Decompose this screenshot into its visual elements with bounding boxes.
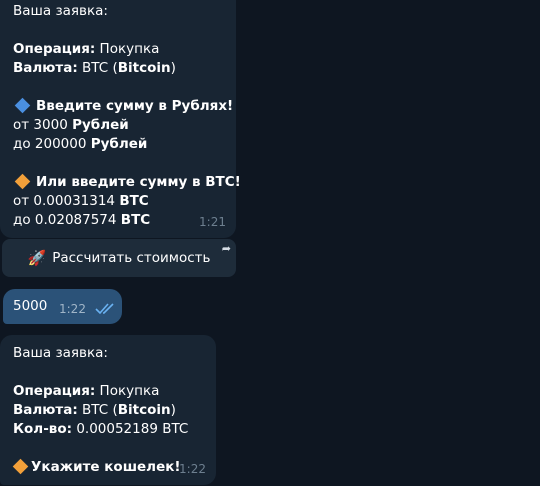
- orange-diamond-icon: [12, 458, 29, 475]
- currency-name: Bitcoin: [117, 60, 171, 76]
- message-time: 1:21: [199, 215, 226, 229]
- btc-title: Или введите сумму в BTC!: [36, 174, 241, 190]
- operation-line: Операция: Покупка: [13, 382, 202, 401]
- rub-to-prefix: до: [13, 136, 35, 152]
- wallet-prompt-line: Укажите кошелек!: [12, 458, 202, 477]
- btc-title-line: Или введите сумму в BTC!: [13, 173, 241, 192]
- btc-from-value: 0.00031314: [33, 193, 120, 209]
- rub-to-line: до 200000 Рублей: [13, 135, 222, 154]
- rocket-icon: 🚀: [27, 249, 47, 267]
- rub-title: Введите сумму в Рублях!: [36, 98, 234, 114]
- currency-name: Bitcoin: [117, 402, 171, 418]
- quantity-label: Кол-во:: [13, 421, 73, 437]
- currency-value-close: ): [170, 402, 176, 418]
- arrow-icon: ➦: [221, 242, 231, 255]
- incoming-message-bubble: Ваша заявка: Операция: Покупка Валюта: B…: [0, 0, 241, 238]
- outgoing-message-time: 1:22: [59, 302, 86, 316]
- operation-label: Операция:: [13, 383, 96, 399]
- message-header: Ваша заявка:: [13, 3, 108, 19]
- rub-to-unit: Рублей: [90, 136, 148, 152]
- currency-line: Валюта: BTC (Bitcoin): [13, 59, 222, 78]
- currency-value: BTC (: [77, 60, 118, 76]
- rub-to-value: 200000: [34, 136, 91, 152]
- btc-to-prefix: до: [13, 212, 35, 228]
- message-header: Ваша заявка:: [13, 345, 108, 361]
- rub-title-line: Введите сумму в Рублях!: [13, 97, 233, 116]
- btc-from-unit: BTC: [119, 193, 149, 209]
- btc-from-line: от 0.00031314 BTC: [13, 192, 222, 211]
- currency-label: Валюта:: [13, 402, 78, 418]
- btc-to-line: до 0.02087574 BTC: [13, 211, 222, 230]
- btc-to-unit: BTC: [120, 212, 151, 228]
- orange-diamond-icon: [14, 173, 31, 190]
- calculate-cost-button[interactable]: 🚀 Рассчитать стоимость ➦: [2, 239, 236, 277]
- operation-value: Покупка: [95, 41, 160, 57]
- wallet-prompt: Укажите кошелек!: [31, 459, 181, 475]
- incoming-message-bubble-2: Ваша заявка: Операция: Покупка Валюта: B…: [0, 335, 216, 485]
- rub-from-value: 3000: [33, 117, 73, 133]
- operation-label: Операция:: [13, 41, 96, 57]
- rub-from-line: от 3000 Рублей: [13, 116, 222, 135]
- blue-diamond-icon: [14, 97, 31, 114]
- currency-line: Валюта: BTC (Bitcoin): [13, 401, 202, 420]
- operation-line: Операция: Покупка: [13, 40, 222, 59]
- quantity-line: Кол-во: 0.00052189 BTC: [13, 420, 202, 439]
- quantity-value: 0.00052189 BTC: [72, 421, 189, 437]
- message-time: 1:22: [179, 462, 206, 476]
- btc-from-prefix: от: [13, 193, 34, 209]
- rub-from-unit: Рублей: [72, 117, 129, 133]
- outgoing-message-text: 5000: [13, 298, 48, 314]
- outgoing-message-bubble: 5000 1:22: [3, 289, 122, 324]
- operation-value: Покупка: [95, 383, 160, 399]
- btc-to-value: 0.02087574: [34, 212, 121, 228]
- calculate-cost-label: Рассчитать стоимость: [52, 250, 211, 266]
- rub-from-prefix: от: [13, 117, 34, 133]
- currency-value-close: ): [170, 60, 176, 76]
- currency-label: Валюта:: [13, 60, 78, 76]
- currency-value: BTC (: [77, 402, 118, 418]
- double-check-icon: [95, 303, 114, 315]
